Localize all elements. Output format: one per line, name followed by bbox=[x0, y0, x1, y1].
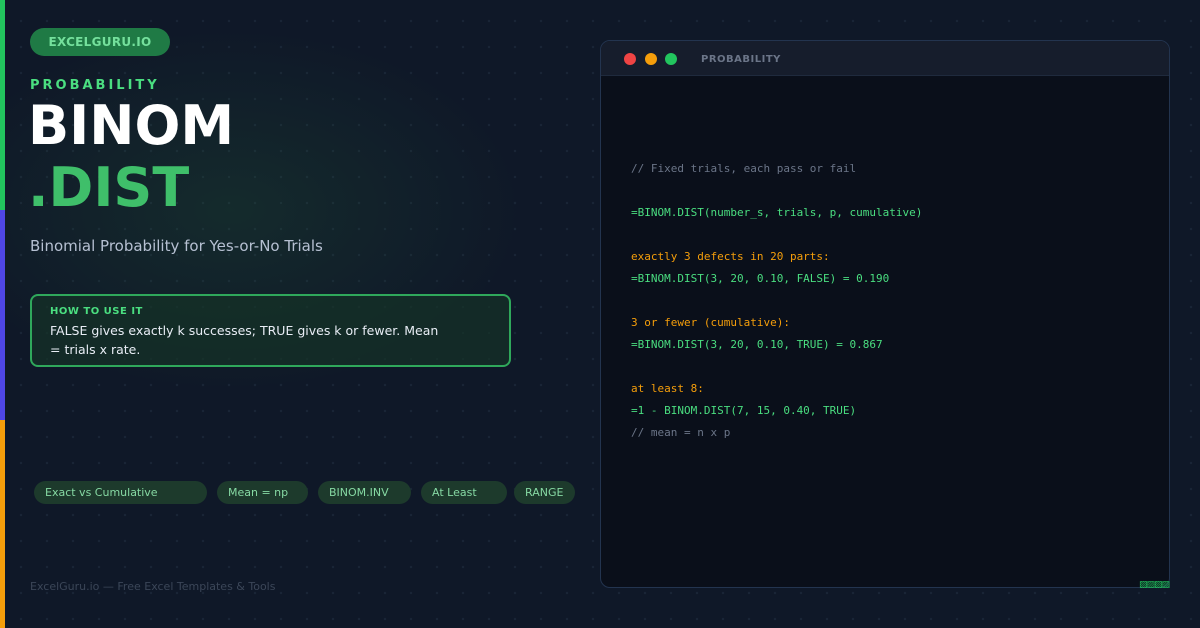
page-title-line1: BINOM bbox=[28, 94, 235, 157]
page-title-line2: .DIST bbox=[28, 156, 190, 219]
code-line-syntax: =BINOM.DIST(number_s, trials, p, cumulat… bbox=[631, 206, 923, 219]
how-to-text: FALSE gives exactly k successes; TRUE gi… bbox=[50, 323, 439, 357]
code-window: PROBABILITY // Fixed trials, each pass o… bbox=[600, 40, 1170, 588]
page-subtitle: Binomial Probability for Yes-or-No Trial… bbox=[30, 237, 323, 255]
code-line-formula-exact: =BINOM.DIST(3, 20, 0.10, FALSE) = 0.190 bbox=[631, 272, 890, 285]
tag-mean-np[interactable]: Mean = np bbox=[217, 481, 308, 504]
tag-binom-inv[interactable]: BINOM.INV bbox=[318, 481, 411, 504]
accent-bar-indigo bbox=[0, 210, 5, 420]
how-to-label: HOW TO USE IT bbox=[50, 306, 143, 317]
code-line-comment: // Fixed trials, each pass or fail bbox=[631, 162, 857, 175]
how-to-callout: HOW TO USE IT FALSE gives exactly k succ… bbox=[30, 294, 511, 367]
social-card: EXCELGURU.IO PROBABILITY BINOM .DIST Bin… bbox=[0, 0, 1200, 628]
tag-at-least[interactable]: At Least bbox=[421, 481, 507, 504]
minimize-dot-icon[interactable] bbox=[645, 53, 657, 65]
category-label: PROBABILITY bbox=[30, 78, 160, 93]
accent-bar-green bbox=[0, 0, 5, 210]
footer-text: ExcelGuru.io — Free Excel Templates & To… bbox=[30, 580, 276, 593]
code-line-label-at-least: at least 8: bbox=[631, 382, 704, 395]
code-line-label-cumulative: 3 or fewer (cumulative): bbox=[631, 316, 790, 329]
tag-range[interactable]: RANGE bbox=[514, 481, 575, 504]
code-line-formula-at-least: =1 - BINOM.DIST(7, 15, 0.40, TRUE) bbox=[631, 404, 857, 417]
window-title: PROBABILITY bbox=[701, 54, 781, 65]
tag-exact-vs-cumulative[interactable]: Exact vs Cumulative bbox=[34, 481, 207, 504]
brand-badge[interactable]: EXCELGURU.IO bbox=[30, 28, 170, 56]
code-line-label-exact: exactly 3 defects in 20 parts: bbox=[631, 250, 830, 263]
pattern-icon: ▨▨▨▨ bbox=[1139, 580, 1170, 590]
code-line-formula-cumulative: =BINOM.DIST(3, 20, 0.10, TRUE) = 0.867 bbox=[631, 338, 883, 351]
maximize-dot-icon[interactable] bbox=[665, 53, 677, 65]
window-titlebar: PROBABILITY bbox=[601, 41, 1169, 76]
accent-bar-amber bbox=[0, 420, 5, 628]
close-dot-icon[interactable] bbox=[624, 53, 636, 65]
code-line-mean-comment: // mean = n x p bbox=[631, 426, 731, 439]
